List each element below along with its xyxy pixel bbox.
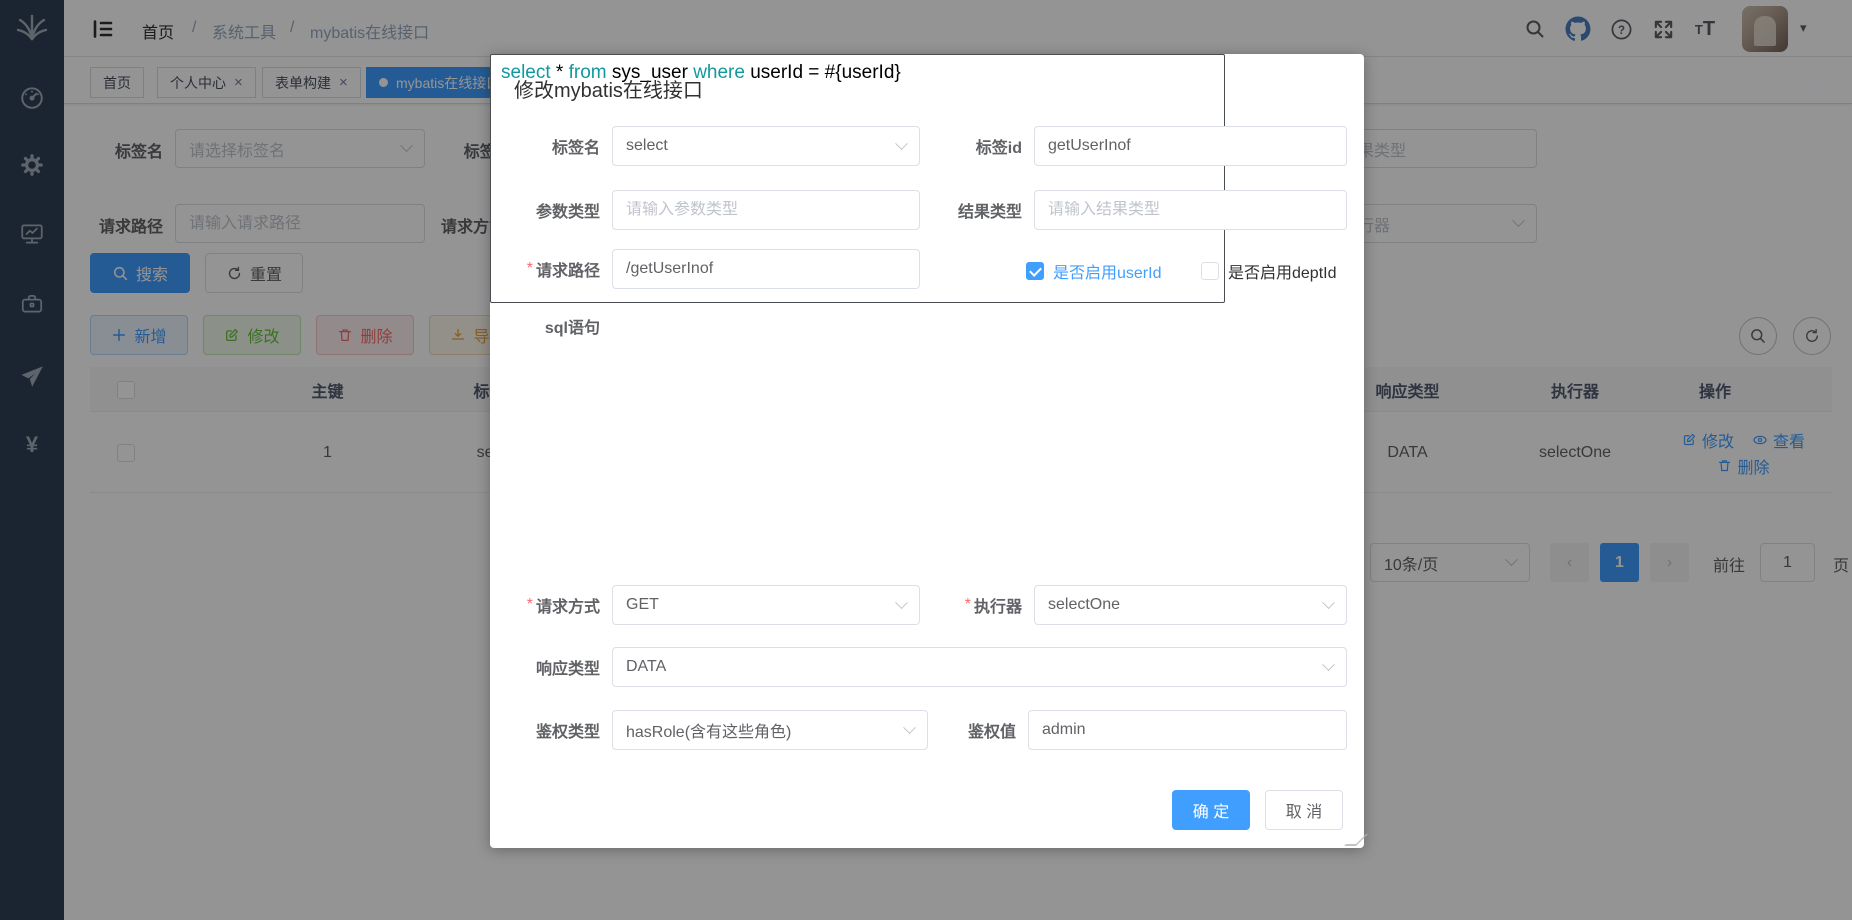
checkbox-unchecked-icon[interactable] <box>1201 262 1219 280</box>
response-type-label: 响应类型 <box>490 647 600 687</box>
checkbox-checked-icon[interactable] <box>1026 262 1044 280</box>
executor-select[interactable]: selectOne <box>1034 585 1347 625</box>
cancel-button[interactable]: 取 消 <box>1265 790 1343 830</box>
chevron-down-icon <box>1322 596 1335 609</box>
edit-mybatis-dialog: 修改mybatis在线接口 × 标签名 select 标签id 参数类型 结果类… <box>490 54 1364 848</box>
sql-label: sql语句 <box>490 309 600 343</box>
enable-userid-checkbox[interactable]: 是否启用userId <box>1026 259 1161 283</box>
tag-id-input[interactable] <box>1034 126 1347 166</box>
chevron-down-icon <box>1322 658 1335 671</box>
auth-type-label: 鉴权类型 <box>490 710 600 750</box>
dialog-title: 修改mybatis在线接口 <box>514 74 703 103</box>
auth-value-input[interactable] <box>1028 710 1347 750</box>
dialog-close-icon[interactable]: × <box>1798 70 1828 100</box>
param-type-label: 参数类型 <box>490 190 600 230</box>
executor-label: *执行器 <box>870 585 1022 625</box>
request-path-label: *请求路径 <box>490 249 600 289</box>
result-type-label: 结果类型 <box>870 190 1022 230</box>
enable-deptid-checkbox[interactable]: 是否启用deptId <box>1201 259 1337 283</box>
request-path-input[interactable] <box>612 249 920 289</box>
response-type-select[interactable]: DATA <box>612 647 1347 687</box>
result-type-input[interactable] <box>1034 190 1347 230</box>
tag-name-label: 标签名 <box>490 126 600 166</box>
request-method-label: *请求方式 <box>490 585 600 625</box>
tag-id-label: 标签id <box>870 126 1022 166</box>
confirm-button[interactable]: 确 定 <box>1172 790 1250 830</box>
auth-value-label: 鉴权值 <box>870 710 1016 750</box>
